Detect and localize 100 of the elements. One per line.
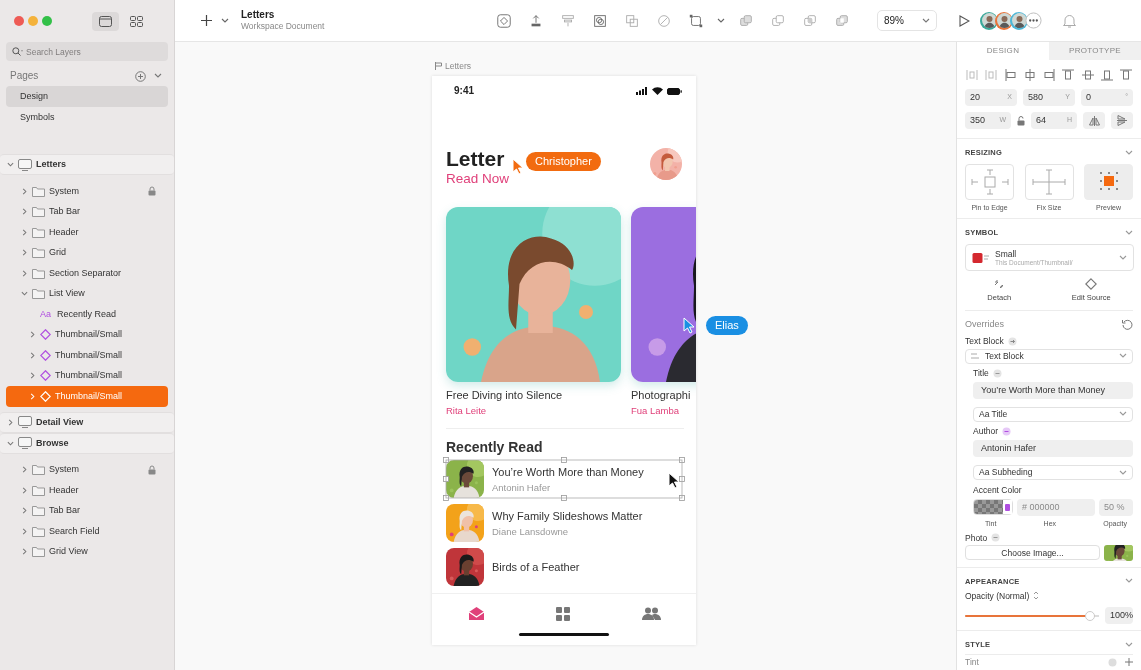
list-row[interactable]: You’re Worth More than Money Antonin Hafer xyxy=(446,460,682,499)
text-field[interactable]: You’re Worth More than Money xyxy=(973,381,1133,399)
flip-button[interactable] xyxy=(1111,112,1133,129)
union-icon xyxy=(738,12,754,29)
symbol-icon xyxy=(40,329,51,341)
flip-button[interactable] xyxy=(1083,112,1105,129)
distribute-vertical-icon xyxy=(985,69,998,81)
field-label: Opacity (Normal) xyxy=(965,590,1030,602)
list-row[interactable]: Why Family Slideshows Matter Diane Lansdowne xyxy=(446,504,682,543)
layer-name: Thumbnail/Small xyxy=(55,349,124,361)
align-top-icon xyxy=(1062,69,1075,81)
plus-icon xyxy=(1125,658,1133,667)
chevron-down-icon xyxy=(1125,149,1133,156)
subheading-link[interactable]: Read Now xyxy=(446,171,510,187)
pointer-icon xyxy=(668,472,681,490)
layer-row[interactable]: Thumbnail/Small xyxy=(6,324,168,345)
close-button[interactable] xyxy=(14,16,24,26)
avatar[interactable] xyxy=(1010,11,1028,30)
chevron-down-icon xyxy=(1125,578,1133,585)
symbol-icon xyxy=(40,390,51,402)
layer-name: Recently Read xyxy=(57,308,118,320)
layer-row[interactable]: Thumbnail/Small xyxy=(6,345,168,366)
distribute-horizontal-icon xyxy=(966,69,978,81)
list-title: Why Family Slideshows Matter xyxy=(492,509,643,523)
text-field[interactable]: Antonin Hafer xyxy=(973,440,1133,458)
layer-name: Thumbnail/Small xyxy=(55,329,124,341)
text-style-dropdown[interactable]: Aa Title xyxy=(973,406,1133,422)
layer-row[interactable]: Thumbnail/Small xyxy=(6,365,168,386)
layer-row[interactable]: Header xyxy=(6,480,168,501)
slider-thumb[interactable] xyxy=(1084,610,1095,621)
align-button[interactable] xyxy=(1043,69,1055,81)
section-label: Pages xyxy=(10,70,39,82)
list-title: You’re Worth More than Money xyxy=(492,465,644,479)
list-row[interactable]: Birds of a Feather xyxy=(446,548,682,587)
text-block-dropdown[interactable]: Text Block xyxy=(965,348,1133,364)
align-button[interactable] xyxy=(1100,69,1113,81)
layer-name: Detail View xyxy=(36,416,85,428)
layer-name: Section Separator xyxy=(49,267,123,279)
sidebar-toggle[interactable] xyxy=(92,11,119,31)
folder-icon xyxy=(32,226,45,238)
folder-icon xyxy=(32,525,45,537)
layer-row[interactable]: System xyxy=(6,459,168,480)
align-right-icon xyxy=(1043,69,1055,81)
layer-row[interactable]: Aa Recently Read xyxy=(6,304,168,325)
lock-icon xyxy=(148,464,156,475)
symbol-thumbnail-icon xyxy=(972,250,990,265)
page-item[interactable]: Design xyxy=(6,86,168,107)
cursor-icon xyxy=(512,158,525,175)
layer-name: System xyxy=(49,464,80,476)
symbol-icon xyxy=(40,349,51,361)
align-button[interactable] xyxy=(1062,69,1075,81)
field-label: Accent Color xyxy=(973,485,1023,496)
chevron-down-icon xyxy=(1119,254,1127,261)
zoom-dropdown[interactable]: 89% xyxy=(877,10,937,31)
layer-row[interactable]: Tab Bar xyxy=(6,500,168,521)
page-item[interactable]: Symbols xyxy=(6,107,168,128)
avatar[interactable] xyxy=(980,11,998,30)
play-icon xyxy=(958,14,970,27)
chevron-down-icon xyxy=(922,17,930,24)
flip-vertical-icon xyxy=(1117,115,1127,126)
layer-row[interactable]: Search Field xyxy=(6,521,168,542)
layer-row[interactable]: Section Separator xyxy=(6,263,168,284)
artboard-flag-icon xyxy=(435,62,442,71)
color-well[interactable] xyxy=(973,499,1013,516)
layer-row[interactable]: Header xyxy=(6,222,168,243)
folder-icon xyxy=(32,546,45,558)
flip-horizontal-icon xyxy=(1088,115,1100,126)
stepper-icon xyxy=(1033,591,1040,601)
layer-row[interactable]: Tab Bar xyxy=(6,201,168,222)
resizing-button[interactable] xyxy=(1084,164,1133,200)
align-button[interactable] xyxy=(1023,69,1036,81)
cursor-name-badge: Elias xyxy=(706,316,748,336)
layer-name: List View xyxy=(49,288,86,300)
layer-row[interactable]: Grid View xyxy=(6,541,168,562)
layer-row[interactable]: List View xyxy=(6,283,168,304)
layer-row[interactable]: Letters xyxy=(0,154,174,175)
layer-name: Thumbnail/Small xyxy=(55,390,124,402)
signal-icon xyxy=(636,87,648,95)
folder-icon xyxy=(32,206,45,218)
artboard-icon xyxy=(18,437,32,449)
layer-row[interactable]: Detail View xyxy=(0,411,174,433)
layer-row[interactable]: Grid xyxy=(6,242,168,263)
align-button[interactable] xyxy=(1120,69,1132,81)
folder-icon xyxy=(32,267,45,279)
mask-icon xyxy=(592,12,608,29)
layer-row[interactable]: Browse xyxy=(0,432,174,454)
align-button[interactable] xyxy=(1081,69,1094,81)
search-field[interactable]: Search Layers xyxy=(6,42,168,61)
text-style-dropdown[interactable]: Aa Subheding xyxy=(973,465,1133,481)
number-field[interactable]: 100% xyxy=(1105,607,1133,625)
layer-name: Thumbnail/Small xyxy=(55,370,124,382)
choose-image-button[interactable]: Choose Image... xyxy=(965,545,1100,561)
folder-icon xyxy=(32,464,45,476)
intersect-icon xyxy=(802,12,818,29)
avatar[interactable] xyxy=(995,11,1013,30)
layer-row[interactable]: System xyxy=(6,181,168,202)
chevron-down-icon xyxy=(1119,469,1127,476)
align-button[interactable] xyxy=(1004,69,1017,81)
layer-name: Header xyxy=(49,226,80,238)
list-title: Birds of a Feather xyxy=(492,560,580,574)
